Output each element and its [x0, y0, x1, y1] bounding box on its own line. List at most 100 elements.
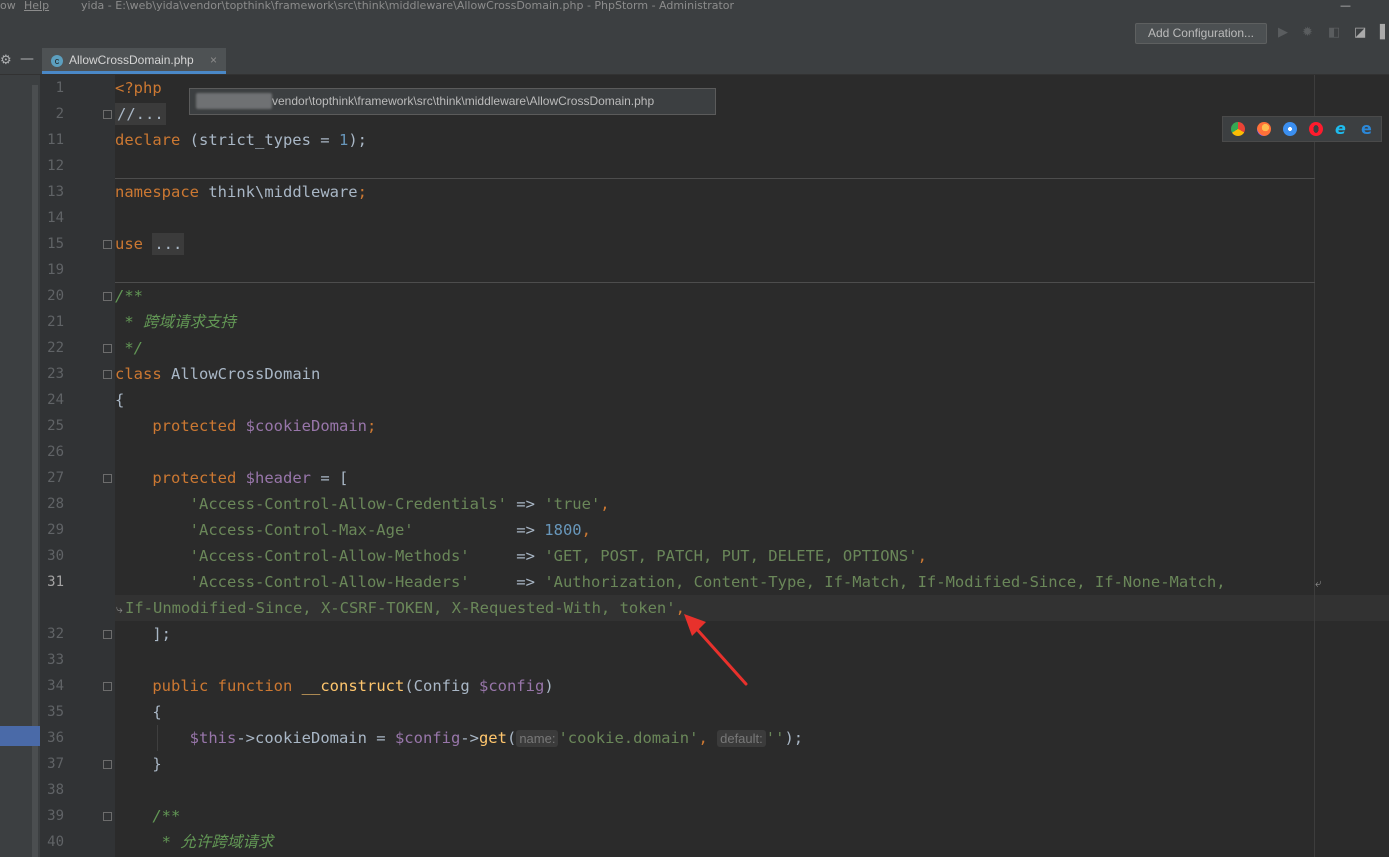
line-number[interactable]: 29	[40, 517, 64, 543]
code-line[interactable]: namespace think\middleware;	[115, 179, 367, 205]
line-number[interactable]: 14	[40, 205, 64, 231]
code-text: ;	[357, 183, 367, 201]
line-number[interactable]: 15	[40, 231, 64, 257]
fold-marker[interactable]	[103, 760, 112, 769]
opera-icon[interactable]	[1309, 122, 1323, 136]
code-line[interactable]: */	[115, 335, 143, 361]
firefox-icon[interactable]	[1257, 122, 1271, 136]
fold-marker[interactable]	[103, 240, 112, 249]
variable: $header	[245, 469, 311, 487]
fold-marker[interactable]	[103, 292, 112, 301]
line-number[interactable]: 32	[40, 621, 64, 647]
doc-comment: * 允许跨域请求	[152, 833, 274, 851]
code-line[interactable]: 'Access-Control-Allow-Headers' => 'Autho…	[115, 569, 1235, 595]
run-icon[interactable]: ▶	[1278, 26, 1288, 40]
line-number[interactable]: 38	[40, 777, 64, 803]
fold-marker[interactable]	[103, 474, 112, 483]
keyword: class	[115, 365, 162, 383]
code-line[interactable]: 'Access-Control-Allow-Methods' => 'GET, …	[115, 543, 927, 569]
profile-icon[interactable]: ◪	[1354, 26, 1366, 40]
fold-marker[interactable]	[103, 370, 112, 379]
code-line[interactable]: }	[115, 751, 162, 777]
line-number[interactable]: 34	[40, 673, 64, 699]
string-literal: 'Access-Control-Allow-Headers'	[189, 573, 470, 591]
line-number[interactable]: 20	[40, 283, 64, 309]
debug-icon[interactable]: ✹	[1302, 26, 1313, 40]
code-line[interactable]: protected $header = [	[115, 465, 348, 491]
line-number[interactable]: 1	[40, 75, 64, 101]
code-line[interactable]: {	[115, 699, 161, 725]
line-number[interactable]: 37	[40, 751, 64, 777]
code-line-wrapped[interactable]: If-Unmodified-Since, X-CSRF-TOKEN, X-Req…	[125, 595, 685, 621]
line-number[interactable]: 13	[40, 179, 64, 205]
gear-icon[interactable]: ⚙	[0, 53, 12, 68]
line-number[interactable]: 19	[40, 257, 64, 283]
edge-icon[interactable]: e	[1361, 121, 1375, 137]
fold-marker[interactable]	[103, 682, 112, 691]
line-number[interactable]: 36	[40, 725, 64, 751]
code-line[interactable]: * 跨域请求支持	[115, 309, 236, 335]
add-configuration-button[interactable]: Add Configuration...	[1135, 23, 1267, 44]
line-number[interactable]: 31	[40, 569, 64, 595]
code-line[interactable]: <?php	[115, 75, 162, 101]
fold-marker[interactable]	[103, 344, 112, 353]
folded-region[interactable]: //...	[115, 103, 166, 125]
safari-icon[interactable]	[1283, 122, 1297, 136]
code-line[interactable]: public function __construct(Config $conf…	[115, 673, 553, 699]
code-line[interactable]: $this->cookieDomain = $config->get(name:…	[115, 725, 803, 751]
line-number[interactable]: 12	[40, 153, 64, 179]
fold-marker[interactable]	[103, 110, 112, 119]
code-line[interactable]: //...	[115, 101, 166, 127]
namespace-name: think\middleware	[199, 183, 358, 201]
line-number[interactable]: 25	[40, 413, 64, 439]
code-line[interactable]: ];	[115, 621, 171, 647]
menu-item-help[interactable]: Help	[24, 0, 49, 11]
chrome-icon[interactable]	[1231, 122, 1245, 136]
line-number[interactable]: 27	[40, 465, 64, 491]
fold-marker[interactable]	[103, 630, 112, 639]
line-number[interactable]: 24	[40, 387, 64, 413]
code-line[interactable]: protected $cookieDomain;	[115, 413, 376, 439]
code-text: }	[152, 755, 162, 773]
code-text: ->cookieDomain =	[236, 729, 395, 747]
doc-comment: * 跨域请求支持	[115, 313, 236, 331]
code-line[interactable]: /**	[115, 283, 143, 309]
close-icon[interactable]: ×	[210, 48, 217, 72]
code-line[interactable]: declare (strict_types = 1);	[115, 127, 367, 153]
ie-icon[interactable]: e	[1335, 121, 1349, 137]
stop-icon[interactable]: ▌	[1380, 26, 1389, 40]
code-line[interactable]: class AllowCrossDomain	[115, 361, 320, 387]
code-line[interactable]: * 允许跨域请求	[115, 829, 274, 855]
line-number[interactable]: 23	[40, 361, 64, 387]
tab-allowcrossdomain[interactable]: c AllowCrossDomain.php ×	[42, 48, 226, 74]
code-line[interactable]: {	[115, 387, 124, 413]
number-literal: 1800	[544, 521, 582, 539]
hide-panel-icon[interactable]: —	[20, 51, 34, 67]
line-number[interactable]: 11	[40, 127, 64, 153]
string-literal: 'Access-Control-Allow-Methods'	[189, 547, 470, 565]
line-number[interactable]: 30	[40, 543, 64, 569]
line-number[interactable]: 35	[40, 699, 64, 725]
coverage-icon[interactable]: ◧	[1328, 26, 1340, 40]
code-line[interactable]: 'Access-Control-Max-Age' => 1800,	[115, 517, 591, 543]
line-number[interactable]: 40	[40, 829, 64, 855]
menu-item-window[interactable]: ow	[0, 0, 16, 11]
line-number[interactable]: 22	[40, 335, 64, 361]
code-line[interactable]: 'Access-Control-Allow-Credentials' => 't…	[115, 491, 610, 517]
annotation-arrow-icon	[684, 614, 748, 686]
indent-guide	[157, 725, 158, 751]
code-line[interactable]: use ...	[115, 231, 185, 257]
code-line[interactable]: /**	[115, 803, 180, 829]
line-number[interactable]: 33	[40, 647, 64, 673]
line-number[interactable]: 21	[40, 309, 64, 335]
string-literal: 'Access-Control-Max-Age'	[189, 521, 414, 539]
minimize-button[interactable]: —	[1340, 0, 1351, 11]
fold-marker[interactable]	[103, 812, 112, 821]
line-number[interactable]: 39	[40, 803, 64, 829]
method-separator	[115, 282, 1315, 283]
line-number[interactable]: 2	[40, 101, 64, 127]
line-number[interactable]: 26	[40, 439, 64, 465]
code-text: = [	[311, 469, 349, 487]
line-number[interactable]: 28	[40, 491, 64, 517]
folded-region[interactable]: ...	[152, 233, 185, 255]
